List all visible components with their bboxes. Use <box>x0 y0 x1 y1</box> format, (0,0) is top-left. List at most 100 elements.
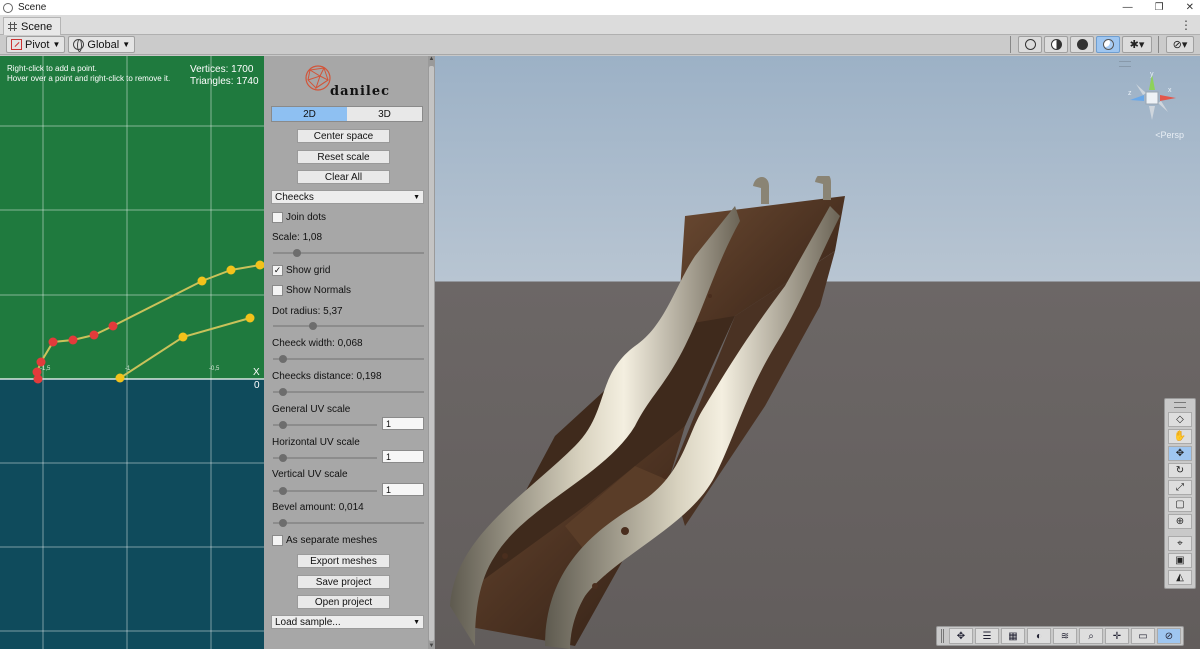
export-meshes-button[interactable]: Export meshes <box>297 554 390 568</box>
scene-visibility-button[interactable]: ⊘ <box>1157 628 1181 644</box>
slider-handle[interactable] <box>279 454 287 462</box>
reset-scale-button[interactable]: Reset scale <box>297 150 390 164</box>
general-uv-input[interactable]: 1 <box>382 417 424 430</box>
shaded-wireframe-button[interactable] <box>1044 36 1068 53</box>
move-tool-button[interactable]: ✥ <box>1168 446 1192 461</box>
slider-handle[interactable] <box>279 388 287 396</box>
component-tool-button[interactable]: ▣ <box>1168 553 1192 568</box>
rect-icon: ▢ <box>1175 499 1185 510</box>
center-space-button[interactable]: Center space <box>297 129 390 143</box>
custom-tool-button[interactable]: ⌖ <box>1168 536 1192 551</box>
transform-tool-button[interactable]: ⊕ <box>1168 514 1192 529</box>
rotate-tool-button[interactable]: ↻ <box>1168 463 1192 478</box>
transform-icon: ⊕ <box>1175 516 1185 527</box>
tab-scene[interactable]: Scene <box>3 17 62 35</box>
orientation-gizmo[interactable]: y x z <box>1124 70 1180 126</box>
view-cube-button[interactable]: ◇ <box>1168 412 1192 427</box>
graph-canvas[interactable] <box>0 56 264 649</box>
cube-icon: ◇ <box>1176 414 1184 425</box>
wireframe-sphere-icon <box>1024 39 1036 50</box>
more-options-icon[interactable]: ⋮ <box>1180 18 1192 32</box>
mode-2d-button[interactable]: 2D <box>272 107 347 121</box>
general-uv-label: General UV scale <box>272 404 351 415</box>
show-normals-checkbox[interactable]: Show Normals <box>272 285 351 296</box>
dot-radius-slider[interactable] <box>273 322 424 330</box>
move-view-button[interactable]: ✥ <box>949 628 973 644</box>
solid-sphere-icon <box>1076 39 1088 50</box>
camera-view-button[interactable]: ▭ <box>1131 628 1155 644</box>
scroll-up-icon[interactable]: ▲ <box>428 56 435 62</box>
clear-all-button[interactable]: Clear All <box>297 170 390 184</box>
unlit-shading-button[interactable] <box>1070 36 1094 53</box>
profile-point[interactable] <box>108 321 118 331</box>
scene-viewport[interactable]: y x z <Persp ◇ ✋ ✥ ↻ ⤢ ▢ ⊕ ⌖ ▣ ◭ ✥ ☰ ▦ ◐… <box>435 56 1200 649</box>
show-grid-checkbox[interactable]: ✓ Show grid <box>272 265 330 276</box>
profile-graph[interactable]: Right-click to add a point. Hover over a… <box>0 56 264 649</box>
terrain-tool-button[interactable]: ◭ <box>1168 570 1192 585</box>
rect-tool-button[interactable]: ▢ <box>1168 497 1192 512</box>
cheecks-distance-slider[interactable] <box>273 388 424 396</box>
scale-tool-button[interactable]: ⤢ <box>1168 480 1192 495</box>
pivot-dropdown[interactable]: Pivot ▼ <box>6 36 66 53</box>
wireframe-shading-button[interactable] <box>1018 36 1042 53</box>
layers-toggle-button[interactable]: ≋ <box>1053 628 1077 644</box>
debug-draw-dropdown[interactable]: ✱▾ <box>1122 36 1152 53</box>
profile-point[interactable] <box>178 332 188 342</box>
restore-button[interactable]: ❐ <box>1155 0 1164 15</box>
open-project-button[interactable]: Open project <box>297 595 390 609</box>
preset-select[interactable]: Cheecks ▼ <box>271 190 424 204</box>
show-normals-box[interactable] <box>272 285 283 296</box>
search-button[interactable]: ⌕ <box>1079 628 1103 644</box>
slider-handle[interactable] <box>279 487 287 495</box>
separate-meshes-checkbox[interactable]: As separate meshes <box>272 535 377 546</box>
lighting-toggle-button[interactable]: ◐ <box>1027 628 1051 644</box>
chevron-down-icon: ▼ <box>413 193 420 201</box>
scroll-down-icon[interactable]: ▼ <box>428 643 435 649</box>
vertical-uv-slider[interactable] <box>273 487 377 495</box>
lit-shading-button[interactable] <box>1096 36 1120 53</box>
general-uv-slider[interactable] <box>273 421 377 429</box>
show-grid-box[interactable]: ✓ <box>272 265 283 276</box>
join-dots-checkbox[interactable]: Join dots <box>272 212 326 223</box>
grid-toggle-button[interactable]: ▦ <box>1001 628 1025 644</box>
profile-point[interactable] <box>226 265 236 275</box>
hand-tool-button[interactable]: ✋ <box>1168 429 1192 444</box>
help-line-1: Right-click to add a point. <box>7 64 97 73</box>
slider-handle[interactable] <box>279 355 287 363</box>
minimize-button[interactable]: — <box>1123 0 1133 15</box>
overlay-drag-handle[interactable] <box>1174 402 1186 408</box>
horizontal-uv-input[interactable]: 1 <box>382 450 424 463</box>
load-sample-select[interactable]: Load sample... ▼ <box>271 615 424 629</box>
tick-label: -1 <box>125 366 131 372</box>
overlay-drag-handle[interactable] <box>941 629 944 643</box>
projection-label[interactable]: <Persp <box>1155 130 1184 140</box>
panel-scrollbar[interactable]: ▲ ▼ <box>428 56 435 649</box>
separate-meshes-box[interactable] <box>272 535 283 546</box>
scale-slider[interactable] <box>273 249 424 257</box>
vertical-uv-input[interactable]: 1 <box>382 483 424 496</box>
snap-settings-button[interactable]: ☰ <box>975 628 999 644</box>
profile-point[interactable] <box>255 260 265 270</box>
profile-point[interactable] <box>197 276 207 286</box>
mode-3d-button[interactable]: 3D <box>347 107 422 121</box>
slider-handle[interactable] <box>293 249 301 257</box>
pan-button[interactable]: ✛ <box>1105 628 1129 644</box>
profile-point[interactable] <box>89 330 99 340</box>
profile-point[interactable] <box>115 373 125 383</box>
cheeck-width-slider[interactable] <box>273 355 424 363</box>
global-dropdown[interactable]: Global ▼ <box>68 36 136 53</box>
scrollbar-thumb[interactable] <box>429 66 434 641</box>
join-dots-box[interactable] <box>272 212 283 223</box>
overlay-menu-icon[interactable] <box>1119 61 1131 67</box>
close-button[interactable]: ✕ <box>1186 0 1194 15</box>
horizontal-uv-slider[interactable] <box>273 454 377 462</box>
slider-handle[interactable] <box>279 421 287 429</box>
slider-handle[interactable] <box>279 519 287 527</box>
profile-point[interactable] <box>68 335 78 345</box>
scene-view-options-dropdown[interactable]: ⊘▾ <box>1166 36 1194 53</box>
save-project-button[interactable]: Save project <box>297 575 390 589</box>
profile-point[interactable] <box>245 313 255 323</box>
slider-handle[interactable] <box>309 322 317 330</box>
bevel-slider[interactable] <box>273 519 424 527</box>
profile-point[interactable] <box>48 337 58 347</box>
